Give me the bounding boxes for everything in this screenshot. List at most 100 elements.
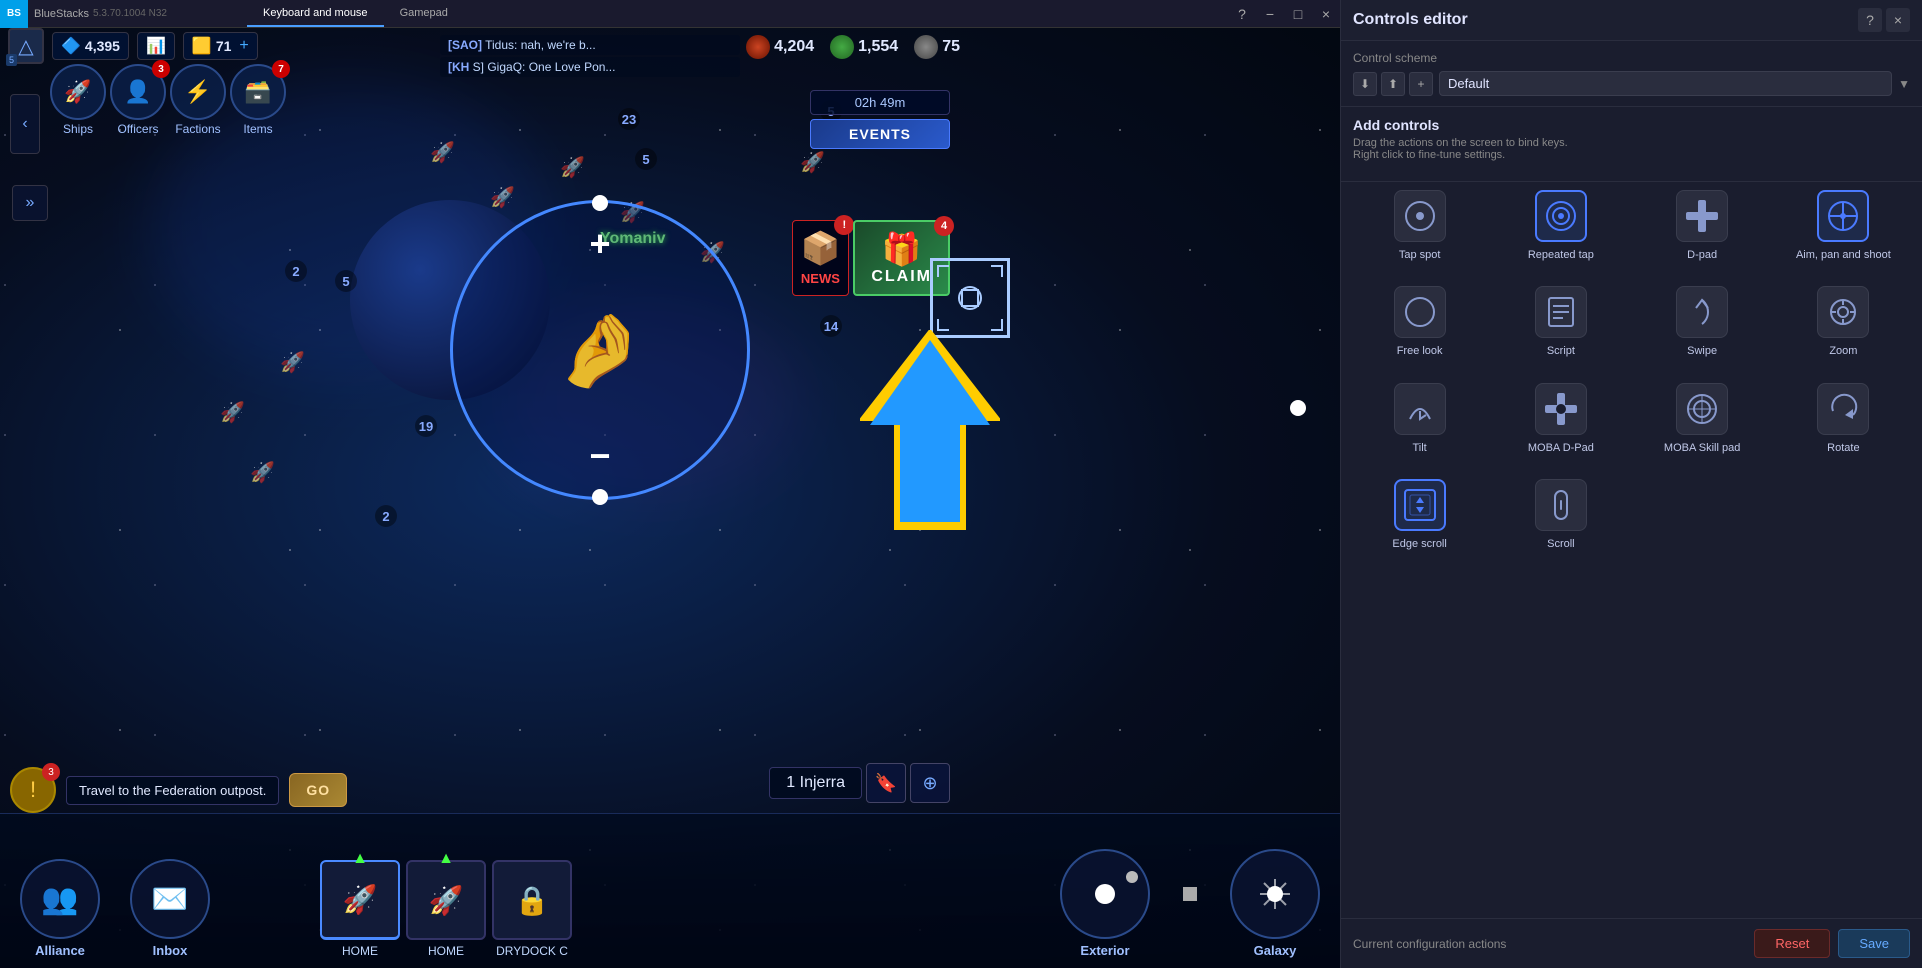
dock-home-2[interactable]: ▲ 🚀 HOME <box>406 860 486 958</box>
joystick-circle[interactable]: + 🤌 − <box>450 200 750 500</box>
news-icon: 📦 <box>801 229 841 267</box>
scheme-dropdown[interactable]: Default <box>1439 71 1892 96</box>
ctrl-free-look[interactable]: Free look <box>1353 278 1486 366</box>
ctrl-scroll-icon <box>1535 479 1587 531</box>
chat-text-1: Tidus: nah, we're b... <box>485 38 596 52</box>
events-button[interactable]: EVENTS <box>810 119 950 149</box>
dock-drydock-img: 🔒 <box>492 860 572 940</box>
controls-grid: Tap spot Repeated tap D-pad <box>1341 182 1922 559</box>
dock-home-2-img: ▲ 🚀 <box>406 860 486 940</box>
game-area: 🚀 🚀 🚀 🚀 🚀 🚀 🚀 🚀 🚀 23 5 5 2 5 14 19 2 Yom… <box>0 0 1340 968</box>
white-dot-2 <box>1183 887 1197 901</box>
fleet-icon-6: 🚀 <box>280 350 305 375</box>
ctrl-scroll[interactable]: Scroll <box>1494 471 1627 559</box>
maximize-button[interactable]: □ <box>1284 0 1312 28</box>
dock-arrow-green-1: ▲ <box>352 850 368 868</box>
ce-close-btn[interactable]: × <box>1886 8 1910 32</box>
nav-items-label: Items <box>243 122 272 136</box>
chat-msg-2: [KH S] GigaQ: One Love Pon... <box>440 57 740 77</box>
white-dot-marker <box>1290 400 1306 416</box>
gold-display: 🟨 71 + <box>183 32 258 60</box>
ce-bottom-label: Current configuration actions <box>1353 937 1506 951</box>
ctrl-rotate[interactable]: Rotate <box>1777 375 1910 463</box>
fleet-icon-8: 🚀 <box>250 460 275 485</box>
ctrl-aim-pan-shoot[interactable]: Aim, pan and shoot <box>1777 182 1910 270</box>
ctrl-free-look-icon <box>1394 286 1446 338</box>
scheme-icon-2[interactable]: ⬆ <box>1381 72 1405 96</box>
app-version: 5.3.70.1004 N32 <box>93 8 167 19</box>
scheme-row: ⬇ ⬆ + Default ▼ <box>1353 71 1910 96</box>
chat-msg-1: [SAO] Tidus: nah, we're b... <box>440 35 740 55</box>
gold-amount: 71 <box>216 38 232 54</box>
ctrl-zoom[interactable]: Zoom <box>1777 278 1910 366</box>
location-bookmark-btn[interactable]: 🔖 <box>866 763 906 803</box>
claim-label: CLAIM <box>871 268 932 286</box>
nav-toggle-btn[interactable]: ‹ <box>10 94 40 154</box>
inbox-btn[interactable]: ✉️ Inbox <box>130 859 210 958</box>
nav-ships-label: Ships <box>63 122 93 136</box>
ctrl-tap-spot-icon <box>1394 190 1446 242</box>
ctrl-tilt[interactable]: Tilt <box>1353 375 1486 463</box>
map-num-2a: 2 <box>285 260 307 282</box>
scheme-icon-btns: ⬇ ⬆ + <box>1353 72 1433 96</box>
joystick-control[interactable]: + 🤌 − <box>450 200 770 560</box>
titlebar: BS BlueStacks 5.3.70.1004 N32 Keyboard a… <box>0 0 1340 28</box>
tab-keyboard-mouse[interactable]: Keyboard and mouse <box>247 0 384 27</box>
ctrl-repeated-tap[interactable]: Repeated tap <box>1494 182 1627 270</box>
location-bar: 1 Injerra 🔖 ⊕ <box>769 763 950 803</box>
reticle-center <box>961 289 979 307</box>
scroll-svg <box>1543 487 1579 523</box>
expand-nav-btn[interactable]: » <box>12 185 48 221</box>
nav-factions[interactable]: ⚡ Factions <box>170 64 226 136</box>
tab-gamepad[interactable]: Gamepad <box>384 0 464 27</box>
dock: ▲ 🚀 HOME ▲ 🚀 HOME 🔒 DRYDOCK C <box>320 860 572 958</box>
dock-home-active[interactable]: ▲ 🚀 HOME <box>320 860 400 958</box>
news-label: NEWS <box>801 271 840 286</box>
ctrl-moba-skill[interactable]: MOBA Skill pad <box>1636 375 1769 463</box>
map-num-5c: 5 <box>335 270 357 292</box>
add-gold-button[interactable]: + <box>239 37 248 55</box>
ctrl-tap-spot[interactable]: Tap spot <box>1353 182 1486 270</box>
ce-save-button[interactable]: Save <box>1838 929 1910 958</box>
ctrl-swipe[interactable]: Swipe <box>1636 278 1769 366</box>
quest-go-button[interactable]: GO <box>289 773 347 807</box>
chart-btn[interactable]: 📊 <box>137 32 175 60</box>
direction-arrow <box>860 330 1000 530</box>
player-avatar: △ 5 <box>8 28 44 64</box>
ctrl-edge-scroll[interactable]: Edge scroll <box>1353 471 1486 559</box>
nav-officers[interactable]: 👤 3 Officers <box>110 64 166 136</box>
galaxy-btn[interactable]: Galaxy <box>1230 849 1320 958</box>
exterior-label: Exterior <box>1080 943 1129 958</box>
nav-items[interactable]: 🗃️ 7 Items <box>230 64 286 136</box>
script-svg <box>1543 294 1579 330</box>
tab-bar: Keyboard and mouse Gamepad <box>247 0 464 27</box>
ce-header: Controls editor ? × <box>1341 0 1922 41</box>
ctrl-moba-dpad-label: MOBA D-Pad <box>1528 441 1594 455</box>
ce-reset-button[interactable]: Reset <box>1754 929 1830 958</box>
scheme-icon-3[interactable]: + <box>1409 72 1433 96</box>
scheme-icon-1[interactable]: ⬇ <box>1353 72 1377 96</box>
close-button[interactable]: × <box>1312 0 1340 28</box>
dock-drydock[interactable]: 🔒 DRYDOCK C <box>492 860 572 958</box>
ce-help-btn[interactable]: ? <box>1858 8 1882 32</box>
joystick-top-dot <box>592 195 608 211</box>
ctrl-moba-dpad[interactable]: MOBA D-Pad <box>1494 375 1627 463</box>
resource-red-value: 4,204 <box>774 38 814 56</box>
ctrl-dpad[interactable]: D-pad <box>1636 182 1769 270</box>
help-button[interactable]: ? <box>1228 0 1256 28</box>
fleet-icon-9: 🚀 <box>800 150 825 175</box>
exterior-btn[interactable]: Exterior <box>1060 849 1150 958</box>
minimize-button[interactable]: − <box>1256 0 1284 28</box>
claim-badge: 4 <box>934 216 954 236</box>
dock-home-active-img: ▲ 🚀 <box>320 860 400 940</box>
nav-ships[interactable]: 🚀 Ships <box>50 64 106 136</box>
news-box[interactable]: ! 📦 NEWS <box>792 220 850 296</box>
map-num-2b: 2 <box>375 505 397 527</box>
exterior-dot-small <box>1126 871 1138 883</box>
claim-icon: 🎁 <box>882 230 922 268</box>
alliance-btn[interactable]: 👥 Alliance <box>20 859 100 958</box>
aim-svg <box>1825 198 1861 234</box>
ce-action-btns: Reset Save <box>1754 929 1910 958</box>
location-target-btn[interactable]: ⊕ <box>910 763 950 803</box>
ctrl-script[interactable]: Script <box>1494 278 1627 366</box>
